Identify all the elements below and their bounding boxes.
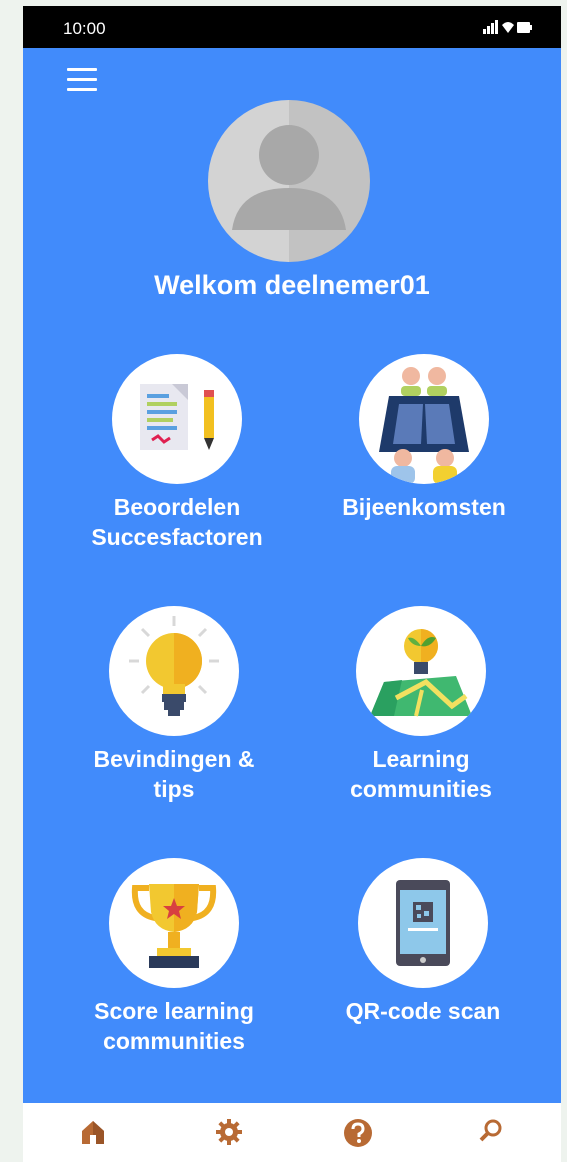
tile-label: Bevindingen & tips	[93, 746, 255, 802]
welcome-title: Welkom deelnemer01	[154, 270, 430, 300]
status-time: 10:00	[63, 19, 106, 38]
tile-bevindingen-tips[interactable]: Bevindingen & tips	[61, 606, 287, 804]
tile-learning-communities[interactable]: Learning communities	[321, 606, 521, 804]
nav-home-button[interactable]	[79, 1118, 119, 1158]
document-pencil-icon	[112, 354, 242, 484]
status-icons	[483, 20, 532, 34]
meeting-icon	[359, 354, 489, 484]
help-icon	[344, 1119, 372, 1147]
tile-qr-code-scan[interactable]: QR-code scan	[323, 858, 523, 1026]
tile-label: Score learning communities	[94, 998, 254, 1054]
gear-icon	[216, 1119, 242, 1145]
app-screen: 10:00 Welkom deelnemer01 Beoordelen Succ…	[23, 6, 561, 1162]
tile-beoordelen-succesfactoren[interactable]: Beoordelen Succesfactoren	[77, 354, 277, 552]
hamburger-menu-button[interactable]	[67, 68, 101, 96]
tile-label: Bijeenkomsten	[342, 494, 506, 520]
avatar	[208, 100, 370, 262]
home-icon	[82, 1121, 104, 1144]
map-sprout-icon	[356, 606, 486, 736]
phone-qr-icon	[358, 858, 488, 988]
status-bar: 10:00	[23, 6, 561, 48]
bottom-navigation	[23, 1103, 561, 1162]
user-avatar-icon	[208, 100, 370, 262]
nav-settings-button[interactable]	[215, 1118, 255, 1158]
tile-label: Learning communities	[350, 746, 492, 802]
tile-score-learning-communities[interactable]: Score learning communities	[54, 858, 294, 1056]
search-icon	[479, 1119, 502, 1142]
tile-bijeenkomsten[interactable]: Bijeenkomsten	[324, 354, 524, 522]
trophy-icon	[109, 858, 239, 988]
tile-label: Beoordelen Succesfactoren	[91, 494, 263, 550]
nav-search-button[interactable]	[478, 1118, 518, 1158]
nav-help-button[interactable]	[343, 1118, 383, 1158]
lightbulb-icon	[109, 606, 239, 736]
tile-label: QR-code scan	[345, 998, 501, 1024]
